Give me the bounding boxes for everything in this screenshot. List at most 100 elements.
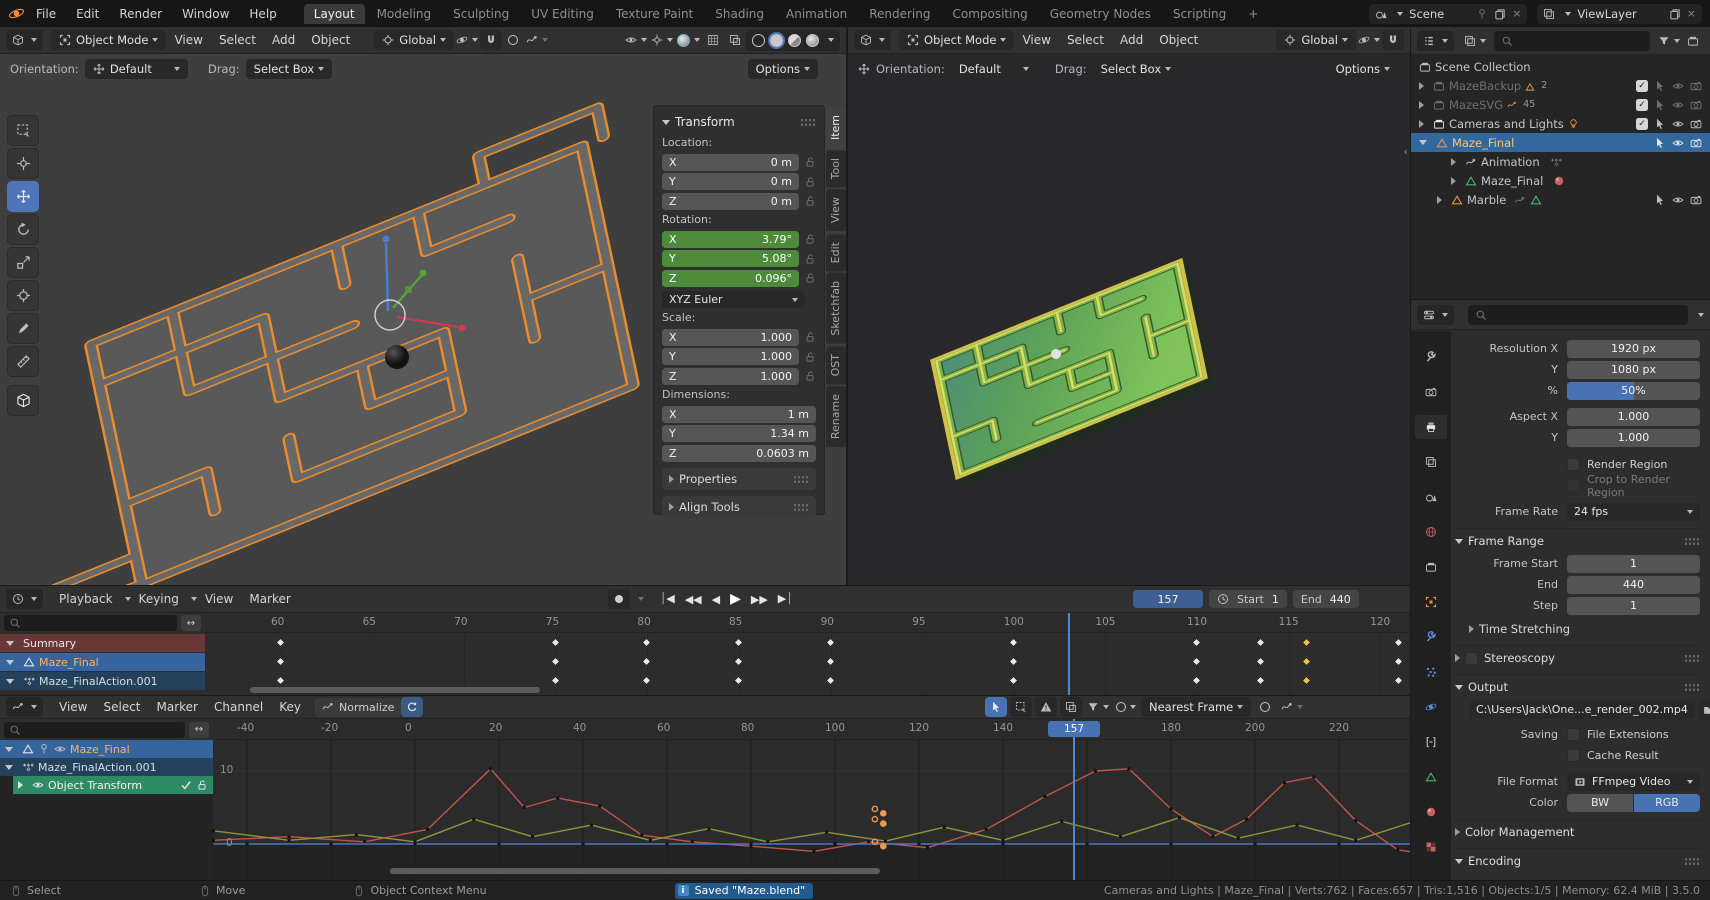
stereoscopy-panel-header[interactable]: Stereoscopy [1455,645,1700,667]
menu-add[interactable]: Add [264,31,303,49]
encoding-panel-header[interactable]: Encoding [1455,848,1700,870]
outliner-row-maze-final-data[interactable]: Maze_Final [1411,171,1710,190]
graph-channel-maze-final[interactable]: Maze_Final [0,740,213,758]
cursor-icon[interactable] [1654,80,1666,92]
snap-toggle[interactable] [480,30,502,50]
view-menu[interactable]: View [51,698,95,716]
graph-channel-action[interactable]: Maze_FinalAction.001 [0,758,213,776]
rotation-mode-dropdown[interactable]: XYZ Euler [662,291,805,308]
snap-dropdown[interactable]: Nearest Frame [1141,697,1251,717]
channel-menu[interactable]: Channel [206,698,271,716]
lock-icon[interactable] [196,779,208,791]
shading-rendered[interactable] [806,34,819,47]
menu-view[interactable]: View [1014,31,1058,49]
viewport-right-canvas[interactable] [848,82,1410,585]
menu-edit[interactable]: Edit [67,4,108,24]
color-management-panel-header[interactable]: Color Management [1455,819,1700,841]
menu-add[interactable]: Add [1112,31,1151,49]
tab-scene[interactable] [1415,485,1447,509]
hide-eye-icon[interactable] [1672,99,1684,111]
tab-output[interactable] [1415,415,1447,439]
output-panel-header[interactable]: Output [1455,674,1700,696]
cursor-icon[interactable] [1654,137,1666,149]
normalize-range-toggle[interactable] [1060,697,1082,717]
eye-icon[interactable] [32,779,44,791]
tab-object[interactable] [1415,590,1447,614]
tab-constraints[interactable] [1415,730,1447,754]
frame-start-field[interactable]: 1 [1567,555,1700,573]
dope-h-scrollbar[interactable] [250,687,540,693]
channel-search-input[interactable] [4,615,177,631]
keyframe-row-maze-final[interactable] [205,653,1410,671]
tab-sketchfab[interactable]: Sketchfab [826,273,847,344]
tab-edit[interactable]: Edit [826,234,847,271]
exclude-checkbox[interactable] [1636,118,1648,130]
resolution-pct-slider[interactable]: 50% [1567,382,1700,400]
cursor-icon[interactable] [1654,194,1666,206]
crop-region-checkbox[interactable] [1567,479,1580,492]
tab-collection[interactable] [1415,555,1447,579]
channel-summary[interactable]: Summary [0,634,205,652]
color-rgb-button[interactable]: RGB [1634,794,1700,812]
viewport-3d-right[interactable]: Object Mode View Select Add Object Globa… [848,27,1410,585]
play-button[interactable]: ▶ [730,591,741,607]
new-viewlayer-icon[interactable] [1669,8,1681,20]
camera-visibility-icon[interactable] [1690,80,1702,92]
cache-result-checkbox[interactable] [1567,749,1580,762]
outliner-search[interactable] [1494,31,1650,51]
tab-shading[interactable]: Shading [705,4,774,24]
dope-playhead[interactable] [1068,613,1070,695]
dimensions-z-field[interactable]: Z0.0603 m [662,445,816,462]
location-z-field[interactable]: Z0 m [662,193,799,210]
tab-physics[interactable] [1415,695,1447,719]
drag-dropdown[interactable]: Select Box [1093,59,1180,79]
menu-select[interactable]: Select [1059,31,1112,49]
play-reverse-button[interactable]: ◀ [712,593,720,606]
frame-end-field[interactable]: End440 [1293,590,1359,608]
pivot-dropdown[interactable] [1254,697,1276,717]
tab-sculpting[interactable]: Sculpting [443,4,519,24]
aspect-y-field[interactable]: 1.000 [1567,429,1700,447]
shading-solid[interactable] [770,34,783,47]
overlays-dropdown[interactable] [675,30,702,50]
lock-icon[interactable] [804,331,816,343]
view-menu[interactable]: View [197,590,241,608]
tab-ost[interactable]: OST [826,346,847,384]
xray-toggle[interactable] [724,30,746,50]
resolution-y-field[interactable]: 1080 px [1567,361,1700,379]
transform-orientation-dropdown[interactable]: Default [85,59,188,79]
shading-dropdown[interactable] [828,38,834,42]
rotation-y-field[interactable]: Y5.08° [662,250,799,267]
viewport-3d-left[interactable]: Object Mode View Select Add Object Globa… [0,27,847,585]
cursor-icon[interactable] [1654,99,1666,111]
graph-playhead[interactable] [1073,719,1075,880]
prev-keyframe-button[interactable]: ◀◀ [685,593,702,606]
outliner-row-animation[interactable]: Animation [1411,152,1710,171]
render-region-checkbox[interactable] [1567,458,1580,471]
scale-z-field[interactable]: Z1.000 [662,368,799,385]
select-menu[interactable]: Select [95,698,148,716]
tool-select-box[interactable] [7,115,39,146]
tab-uv-editing[interactable]: UV Editing [521,4,604,24]
frame-rate-dropdown[interactable]: 24 fps [1567,503,1700,521]
tool-rotate[interactable] [7,214,39,245]
channel-filter-button[interactable] [181,615,201,631]
menu-object[interactable]: Object [1151,31,1206,49]
menu-select[interactable]: Select [211,31,264,49]
exclude-checkbox[interactable] [1636,80,1648,92]
open-folder-button[interactable] [1698,700,1710,720]
location-x-field[interactable]: X0 m [662,154,799,171]
outliner-row-scene-collection[interactable]: Scene Collection [1411,57,1710,76]
tab-item[interactable]: Item [826,107,847,148]
tool-move[interactable] [7,181,39,212]
check-icon[interactable] [180,779,192,791]
scale-y-field[interactable]: Y1.000 [662,348,799,365]
tool-annotate[interactable] [7,313,39,344]
eye-icon[interactable] [54,743,66,755]
options-dropdown[interactable]: Options [1328,59,1398,79]
playback-menu[interactable]: Playback [51,590,131,608]
close-viewlayer-icon[interactable]: × [1687,7,1696,20]
lock-icon[interactable] [804,253,816,265]
tab-particles[interactable] [1415,660,1447,684]
display-mode-dropdown[interactable] [1462,31,1488,51]
